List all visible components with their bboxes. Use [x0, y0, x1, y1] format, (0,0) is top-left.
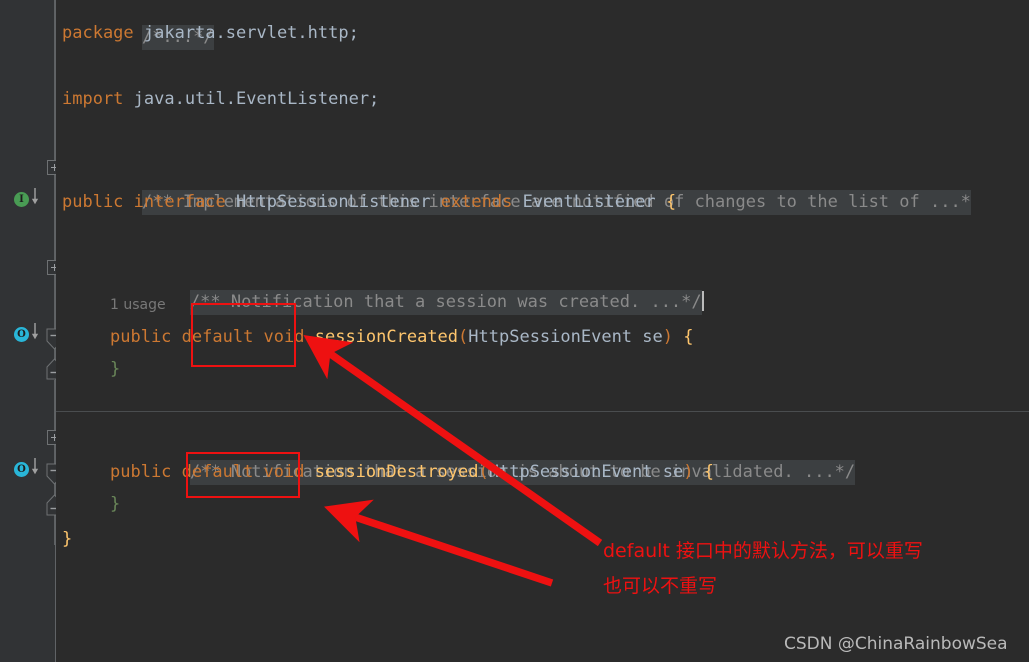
fold-rail [54, 0, 55, 160]
keyword-package: package [62, 23, 134, 43]
keyword-interface: interface [133, 192, 237, 212]
close-brace-created: } [110, 359, 121, 379]
keyword-void: void [263, 462, 315, 482]
code-line-usage-hint[interactable]: 1 usage [110, 287, 166, 322]
ide-code-editor-screen: I O O /*...*/ package jakarta.servlet.ht… [0, 0, 1029, 662]
open-brace-interface: { [665, 192, 677, 212]
keyword-default: default [181, 327, 264, 347]
import-name: java.util.EventListener; [123, 89, 380, 109]
interface-name: HttpSessionListener [236, 192, 441, 212]
open-paren: ( [458, 327, 469, 347]
code-line-destroyed-javadoc[interactable]: /** Notification that a session is about… [108, 420, 856, 485]
keyword-public: public [110, 462, 182, 482]
fold-rail [54, 445, 55, 464]
keyword-void: void [263, 327, 315, 347]
open-paren: ( [478, 462, 489, 482]
close-paren: ) [662, 327, 684, 347]
code-line-destroyed-close[interactable]: } [110, 487, 120, 522]
implemented-method-marker-created-icon[interactable]: O [14, 327, 29, 342]
created-marker-down-arrow-icon [31, 323, 39, 340]
superinterface-name: EventListener [522, 192, 666, 212]
fold-rail [54, 275, 55, 329]
open-brace-method: { [683, 327, 694, 347]
method-name-session-created: sessionCreated [314, 327, 459, 347]
close-brace-destroyed: } [110, 494, 121, 514]
keyword-public: public [62, 192, 134, 212]
implemented-interface-marker-icon[interactable]: I [14, 192, 29, 207]
keyword-default: default [181, 462, 264, 482]
code-line-package[interactable]: package jakarta.servlet.http; [62, 16, 359, 51]
open-brace-method: { [703, 462, 714, 482]
parameter-type: HttpSessionEvent [468, 327, 643, 347]
implemented-method-marker-destroyed-icon[interactable]: O [14, 462, 29, 477]
method-override-circle-icon: O [14, 327, 29, 342]
annotation-note-line-1: default 接口中的默认方法，可以重写 [603, 540, 923, 562]
close-brace-interface: } [62, 529, 73, 549]
annotation-note-line-2: 也可以不重写 [603, 575, 718, 597]
usage-count-hint[interactable]: 1 usage [110, 297, 166, 313]
code-line-session-created[interactable]: public default void sessionCreated(HttpS… [110, 320, 694, 355]
package-name: jakarta.servlet.http; [133, 23, 359, 43]
parameter-type: HttpSessionEvent [488, 462, 663, 482]
code-line-created-close[interactable]: } [110, 352, 120, 387]
fold-rail [54, 515, 55, 545]
csdn-watermark: CSDN @ChinaRainbowSea [784, 634, 1008, 654]
code-line-interface-close[interactable]: } [62, 522, 72, 557]
destroyed-marker-down-arrow-icon [31, 458, 39, 475]
interface-letter-i-icon: I [14, 192, 29, 207]
code-line-interface-declaration[interactable]: public interface HttpSessionListener ext… [62, 185, 676, 220]
parameter-name: se [662, 462, 684, 482]
code-line-created-javadoc[interactable]: /** Notification that a session was crea… [108, 250, 704, 315]
close-paren: ) [683, 462, 704, 482]
keyword-extends: extends [440, 192, 523, 212]
parameter-name: se [642, 327, 663, 347]
method-name-session-destroyed: sessionDestroyed [314, 462, 479, 482]
interface-marker-down-arrow-icon [31, 188, 39, 205]
member-separator [56, 411, 1029, 412]
method-override-circle-icon: O [14, 462, 29, 477]
code-line-session-destroyed[interactable]: public default void sessionDestroyed(Htt… [110, 455, 714, 490]
fold-rail [54, 380, 55, 430]
folded-comment-created[interactable]: /** Notification that a session was crea… [189, 289, 702, 315]
code-line-class-javadoc[interactable]: /** Implementations of this interface ar… [60, 150, 971, 215]
text-caret [701, 291, 704, 311]
keyword-public: public [110, 327, 182, 347]
code-line-import[interactable]: import java.util.EventListener; [62, 82, 379, 117]
keyword-import: import [62, 89, 124, 109]
fold-rail [54, 175, 55, 261]
